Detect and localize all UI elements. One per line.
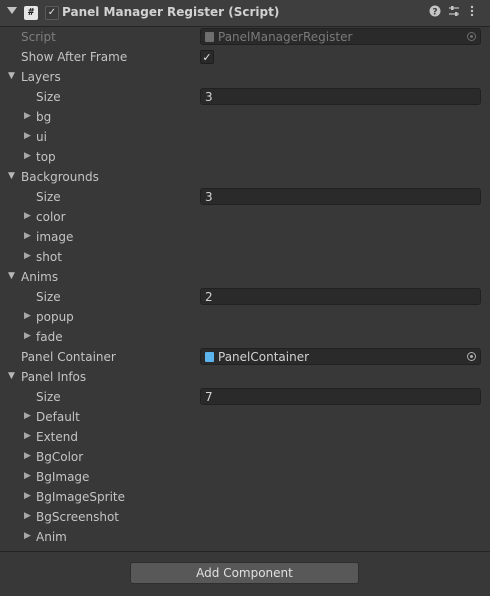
collapse-arrow-icon[interactable]: ▶ — [24, 231, 31, 241]
layers-foldout[interactable]: ▼ Layers — [0, 67, 490, 87]
size-value: 2 — [205, 290, 213, 304]
layers-label: Layers — [21, 70, 61, 84]
preset-icon[interactable] — [447, 5, 461, 19]
panel-infos-item[interactable]: ▶ Default — [0, 407, 490, 427]
item-label: color — [36, 210, 66, 224]
item-label: Default — [36, 410, 80, 424]
anims-item[interactable]: ▶ fade — [0, 327, 490, 347]
backgrounds-item[interactable]: ▶ color — [0, 207, 490, 227]
script-file-icon — [205, 32, 214, 42]
panel-infos-item[interactable]: ▶ BgColor — [0, 447, 490, 467]
divider — [0, 551, 490, 552]
size-label: Size — [36, 390, 61, 404]
item-label: shot — [36, 250, 62, 264]
add-component-button[interactable]: Add Component — [130, 562, 359, 584]
enabled-checkbox[interactable]: ✓ — [45, 6, 59, 20]
item-label: image — [36, 230, 74, 244]
layers-item[interactable]: ▶ ui — [0, 127, 490, 147]
anims-size-field[interactable]: 2 — [200, 288, 481, 305]
collapse-arrow-icon[interactable]: ▶ — [24, 491, 31, 501]
size-label: Size — [36, 190, 61, 204]
anims-label: Anims — [21, 270, 59, 284]
more-menu-icon[interactable] — [465, 5, 479, 19]
panel-infos-foldout[interactable]: ▼ Panel Infos — [0, 367, 490, 387]
expand-arrow-icon[interactable]: ▼ — [8, 171, 15, 181]
panel-infos-item[interactable]: ▶ BgImageSprite — [0, 487, 490, 507]
component-header[interactable]: # ✓ Panel Manager Register (Script) ? — [0, 0, 490, 27]
script-field: PanelManagerRegister — [200, 28, 481, 45]
backgrounds-label: Backgrounds — [21, 170, 99, 184]
collapse-arrow-icon[interactable]: ▶ — [24, 531, 31, 541]
size-value: 3 — [205, 190, 213, 204]
size-value: 3 — [205, 90, 213, 104]
item-label: popup — [36, 310, 74, 324]
anims-item[interactable]: ▶ popup — [0, 307, 490, 327]
item-label: fade — [36, 330, 63, 344]
collapse-arrow-icon[interactable]: ▶ — [24, 451, 31, 461]
panel-infos-label: Panel Infos — [21, 370, 87, 384]
object-picker-icon — [467, 32, 476, 41]
collapse-arrow-icon[interactable]: ▶ — [24, 251, 31, 261]
anims-foldout[interactable]: ▼ Anims — [0, 267, 490, 287]
panel-container-field[interactable]: PanelContainer — [200, 348, 481, 365]
backgrounds-size-row: Size 3 — [0, 187, 490, 207]
script-label: Script — [21, 30, 56, 44]
object-picker-icon[interactable] — [467, 352, 476, 361]
panel-container-row: Panel Container PanelContainer — [0, 347, 490, 367]
item-label: BgScreenshot — [36, 510, 120, 524]
size-label: Size — [36, 90, 61, 104]
collapse-arrow-icon[interactable]: ▶ — [24, 131, 31, 141]
layers-item[interactable]: ▶ top — [0, 147, 490, 167]
item-label: Extend — [36, 430, 78, 444]
backgrounds-foldout[interactable]: ▼ Backgrounds — [0, 167, 490, 187]
backgrounds-item[interactable]: ▶ shot — [0, 247, 490, 267]
panel-infos-item[interactable]: ▶ BgScreenshot — [0, 507, 490, 527]
item-label: ui — [36, 130, 47, 144]
collapse-arrow-icon[interactable]: ▶ — [24, 431, 31, 441]
layers-size-field[interactable]: 3 — [200, 88, 481, 105]
collapse-arrow-icon[interactable]: ▶ — [24, 331, 31, 341]
component-title: Panel Manager Register (Script) — [62, 5, 280, 19]
item-label: BgColor — [36, 450, 84, 464]
item-label: Anim — [36, 530, 67, 544]
panel-infos-item[interactable]: ▶ Extend — [0, 427, 490, 447]
collapse-arrow-icon[interactable]: ▶ — [24, 411, 31, 421]
anims-size-row: Size 2 — [0, 287, 490, 307]
panel-infos-size-row: Size 7 — [0, 387, 490, 407]
expand-arrow-icon[interactable]: ▼ — [8, 271, 15, 281]
collapse-arrow-icon[interactable]: ▶ — [24, 511, 31, 521]
expand-arrow-icon[interactable]: ▼ — [8, 371, 15, 381]
help-icon[interactable]: ? — [428, 5, 442, 19]
panel-infos-item[interactable]: ▶ BgImage — [0, 467, 490, 487]
collapse-arrow-icon[interactable]: ▶ — [24, 111, 31, 121]
backgrounds-item[interactable]: ▶ image — [0, 227, 490, 247]
size-value: 7 — [205, 390, 213, 404]
layers-item[interactable]: ▶ bg — [0, 107, 490, 127]
panel-container-label: Panel Container — [21, 350, 116, 364]
item-label: bg — [36, 110, 52, 124]
collapse-arrow-icon[interactable]: ▶ — [24, 471, 31, 481]
panel-container-value: PanelContainer — [218, 350, 310, 364]
collapse-arrow-icon[interactable]: ▶ — [24, 151, 31, 161]
prefab-icon — [205, 352, 214, 362]
collapse-arrow-icon[interactable]: ▶ — [24, 211, 31, 221]
item-label: BgImage — [36, 470, 90, 484]
size-label: Size — [36, 290, 61, 304]
panel-infos-size-field[interactable]: 7 — [200, 388, 481, 405]
collapse-arrow-icon[interactable]: ▶ — [24, 311, 31, 321]
script-row: Script PanelManagerRegister — [0, 27, 490, 47]
item-label: BgImageSprite — [36, 490, 126, 504]
fold-arrow-icon[interactable] — [7, 7, 17, 14]
svg-text:?: ? — [432, 8, 437, 18]
show-after-frame-row: Show After Frame ✓ — [0, 47, 490, 67]
item-label: top — [36, 150, 56, 164]
panel-infos-item[interactable]: ▶ Anim — [0, 527, 490, 547]
layers-size-row: Size 3 — [0, 87, 490, 107]
script-value: PanelManagerRegister — [218, 30, 353, 44]
show-after-frame-checkbox[interactable]: ✓ — [200, 50, 214, 64]
script-icon: # — [24, 6, 38, 20]
backgrounds-size-field[interactable]: 3 — [200, 188, 481, 205]
show-after-frame-label: Show After Frame — [21, 50, 128, 64]
expand-arrow-icon[interactable]: ▼ — [8, 71, 15, 81]
